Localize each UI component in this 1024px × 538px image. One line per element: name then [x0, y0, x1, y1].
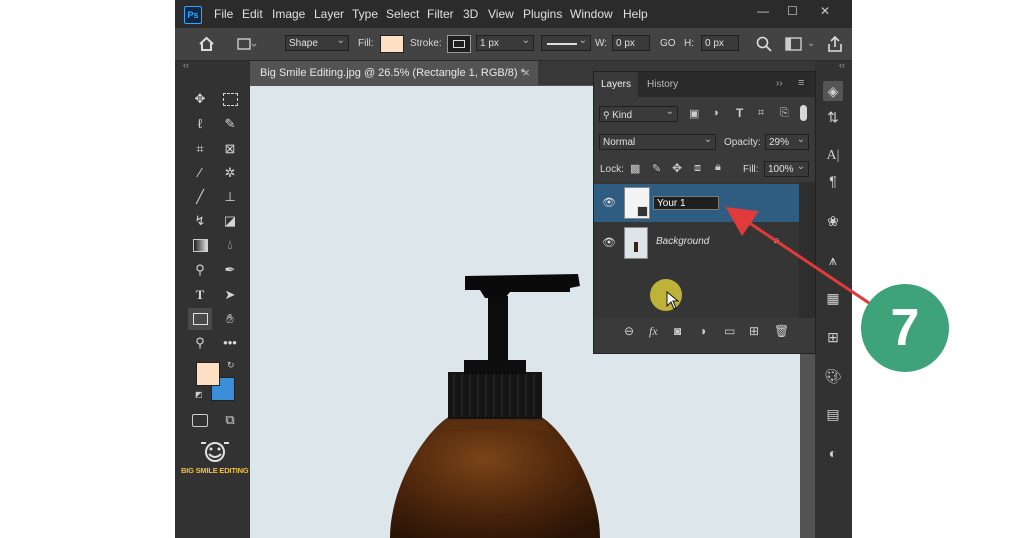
annotation-arrow — [725, 206, 873, 307]
step-number-badge: 7 — [861, 284, 949, 372]
foreground-color-swatch[interactable] — [196, 362, 220, 386]
